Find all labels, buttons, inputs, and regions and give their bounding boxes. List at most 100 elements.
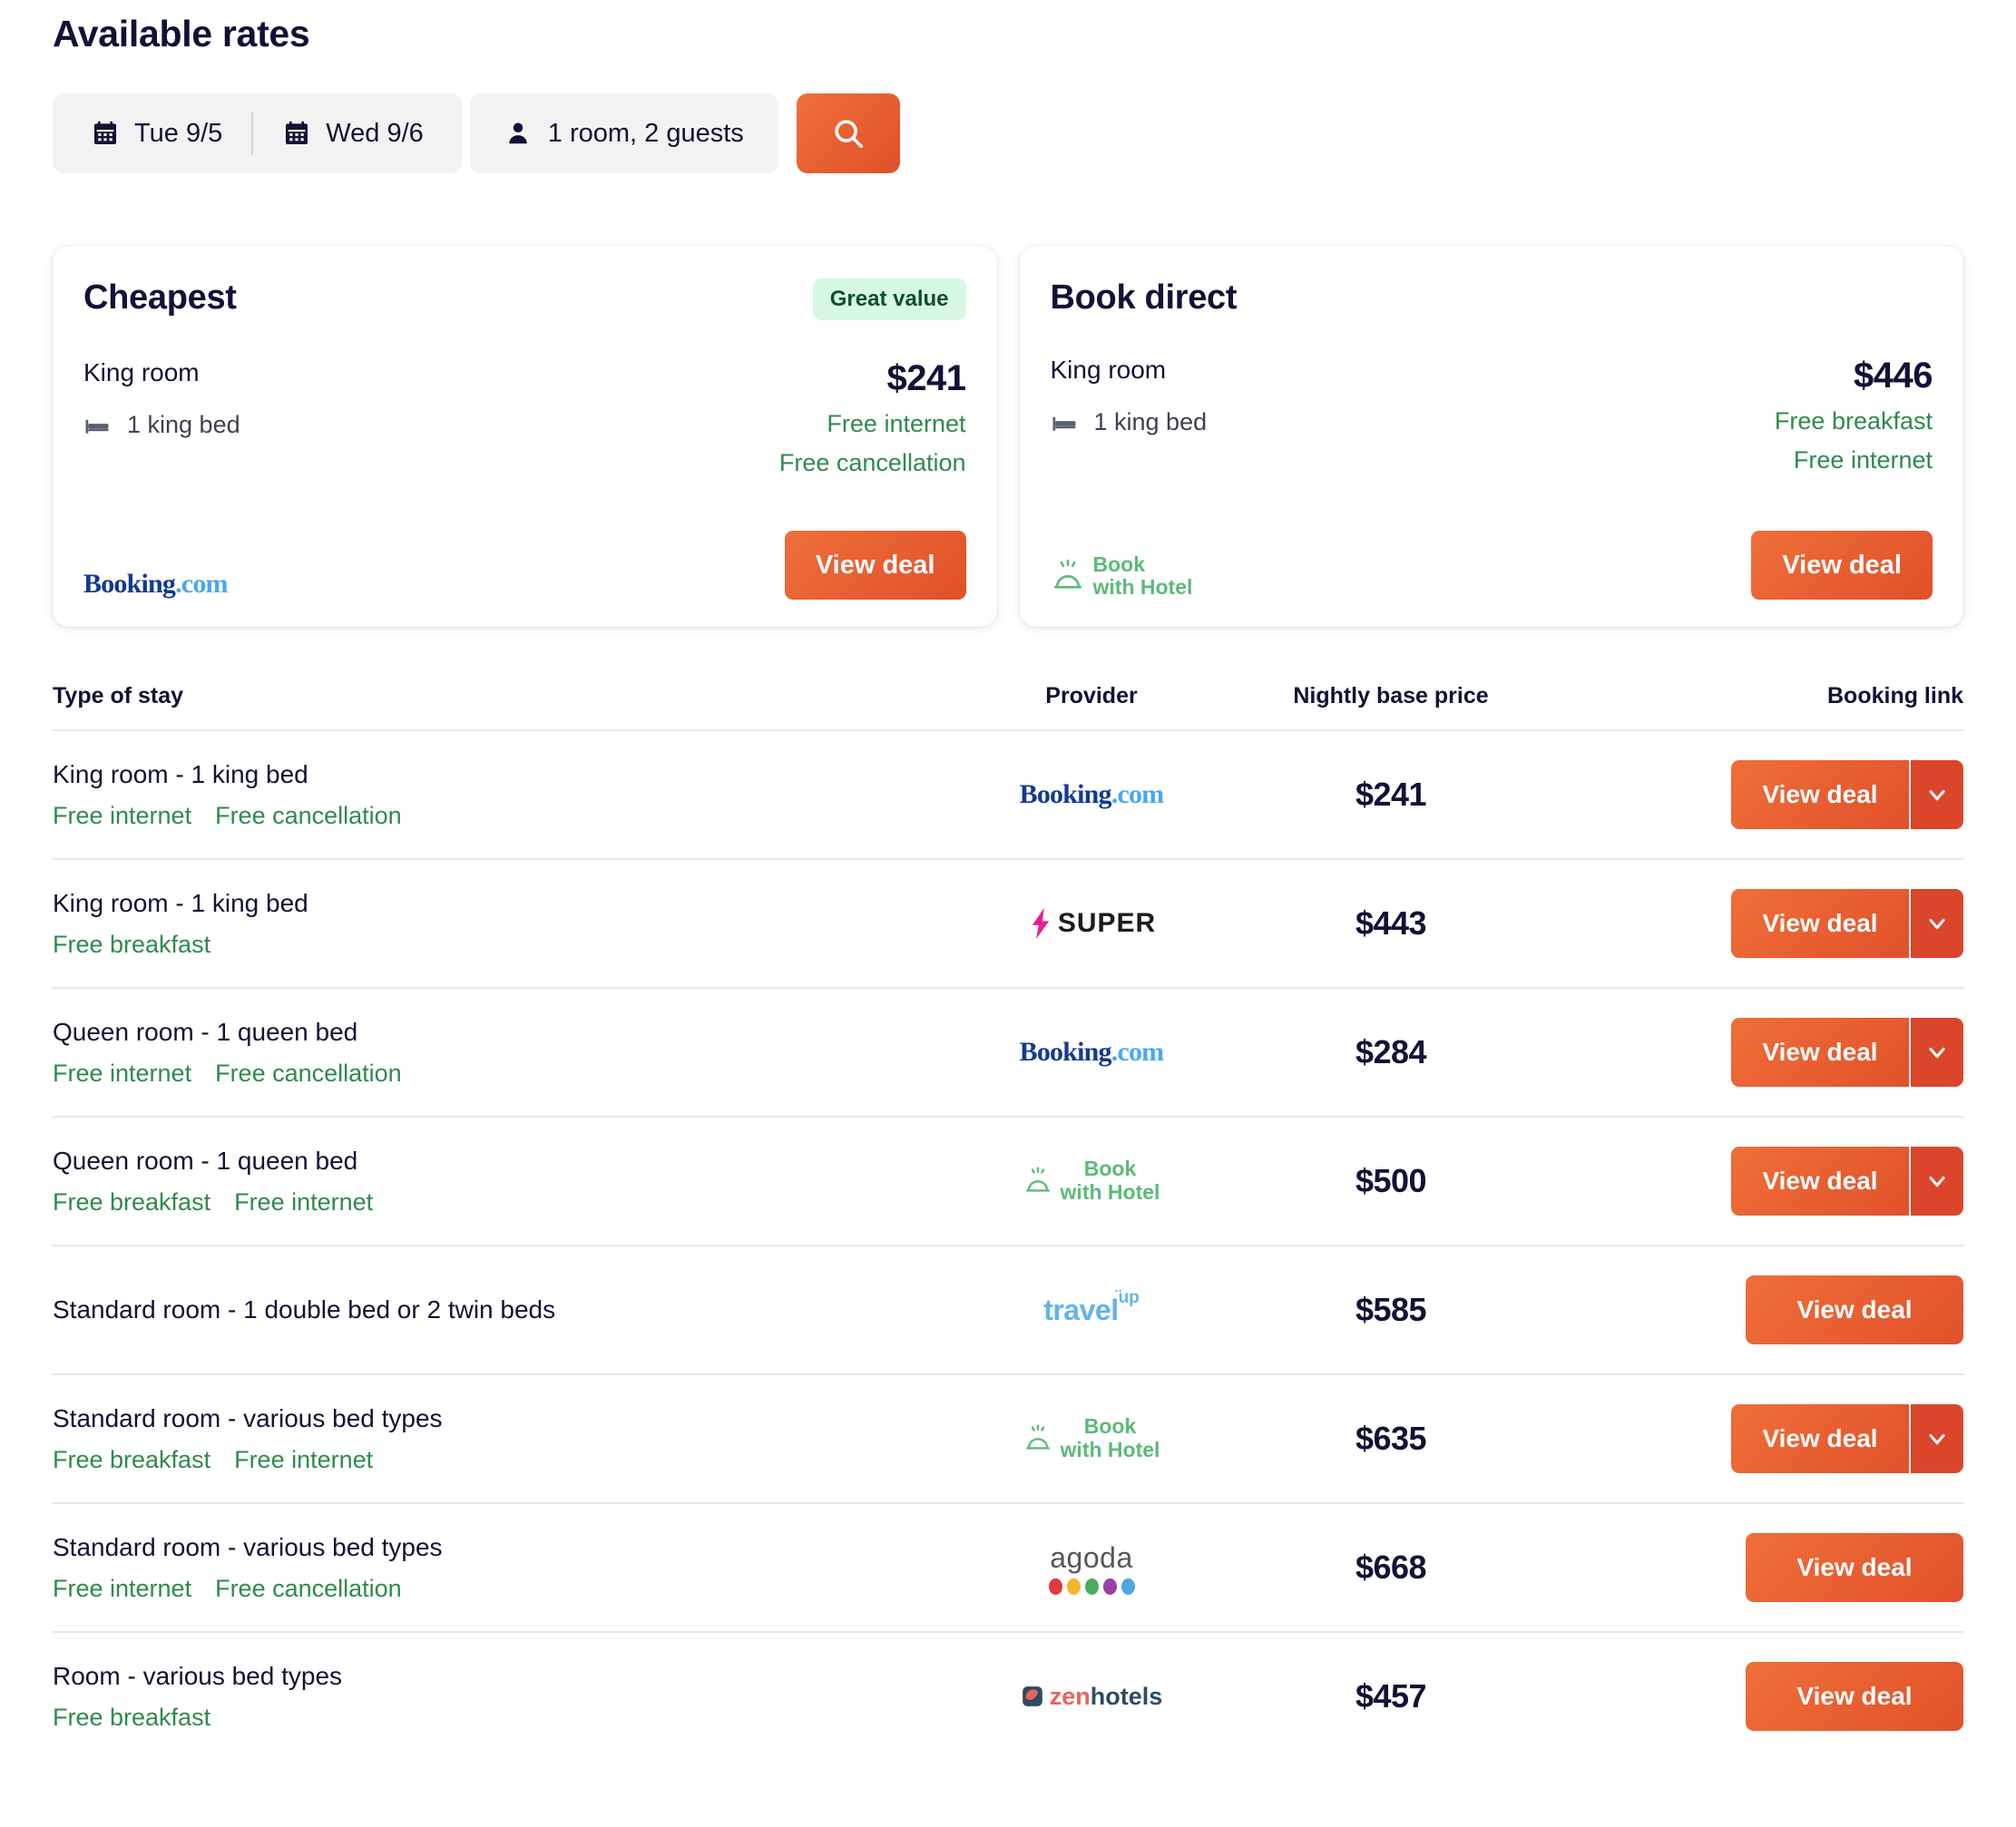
book-direct-card: Book direct King room 1 king bed $446 Fr… [1019, 246, 1963, 627]
room-type-label: King room - 1 king bed [53, 759, 308, 788]
bell-service-icon [1023, 1423, 1052, 1454]
card-price-block: $446 Free breakfast Free internet [1775, 356, 1933, 474]
table-row: Queen room - 1 queen bed Free breakfast F… [53, 1116, 1963, 1245]
occupancy-selector[interactable]: 1 room, 2 guests [469, 93, 778, 173]
logo-text-secondary: .com [175, 569, 228, 599]
bed-icon [83, 412, 111, 439]
view-deal-button[interactable]: View deal [1731, 1404, 1909, 1473]
row-price-cell: $500 [1241, 1162, 1541, 1200]
view-deal-button[interactable]: View deal [784, 531, 966, 600]
nightly-price-label: $457 [1355, 1677, 1427, 1715]
perk-label: Free internet [234, 1187, 374, 1216]
room-type-label: Queen room - 1 queen bed [53, 1017, 358, 1046]
calendar-icon [91, 119, 120, 148]
booking-link-button-group: View deal [1746, 1662, 1963, 1731]
search-bar: Tue 9/5 Wed 9/6 1 room, 2 guests [53, 93, 1963, 173]
card-title: Cheapest [83, 278, 237, 317]
chevron-down-icon[interactable] [1909, 889, 1963, 958]
check-out-label: Wed 9/6 [326, 118, 424, 148]
view-deal-button[interactable]: View deal [1746, 1275, 1963, 1344]
row-provider-cell: agoda [942, 1541, 1241, 1595]
logo-text: Book with Hotel [1092, 552, 1193, 601]
row-provider-cell: SUPER [942, 908, 1241, 939]
highlight-cards: Cheapest Great value King room 1 king be… [53, 246, 1963, 627]
view-deal-button[interactable]: View deal [1731, 1147, 1909, 1216]
logo-text: SUPER [1057, 908, 1157, 938]
card-header: Book direct [1051, 278, 1933, 318]
row-type-of-stay-cell: Queen room - 1 queen bed Free breakfast F… [53, 1125, 942, 1238]
booking-link-button-group: View deal [1731, 1147, 1963, 1216]
row-perks: Free internet Free cancellation [53, 1060, 942, 1088]
nightly-price-label: $284 [1355, 1033, 1427, 1070]
card-perk: Free breakfast [1774, 407, 1933, 435]
logo-dot [1084, 1578, 1099, 1595]
perk-label: Free breakfast [53, 1187, 211, 1216]
logo-line-1: Book [1083, 1414, 1137, 1439]
room-name: King room [1050, 356, 1167, 384]
view-deal-button[interactable]: View deal [1746, 1662, 1963, 1731]
provider-logo-agoda: agoda [1048, 1541, 1135, 1595]
row-perks: Free breakfast Free internet [53, 1446, 942, 1474]
row-perks: Free breakfast Free internet [53, 1188, 942, 1216]
provider-logo-super: SUPER [1027, 908, 1156, 939]
logo-text: Book with Hotel [1061, 1414, 1160, 1462]
cheapest-rate-card: Cheapest Great value King room 1 king be… [53, 246, 997, 627]
card-perk: Free cancellation [778, 449, 966, 476]
chevron-down-icon[interactable] [1909, 1404, 1963, 1473]
row-booking-link-cell: View deal [1541, 1404, 1963, 1473]
row-provider-cell: Book with Hotel [942, 1414, 1241, 1462]
chevron-down-icon[interactable] [1909, 1018, 1963, 1087]
provider-logo-zenhotels: zenhotels [1021, 1683, 1162, 1711]
row-price-cell: $668 [1241, 1549, 1541, 1587]
row-provider-cell: zenhotels [942, 1683, 1241, 1711]
card-title: Book direct [1050, 278, 1238, 317]
logo-text-secondary: ̈up [1118, 1287, 1140, 1307]
perk-label: Free cancellation [215, 1574, 402, 1602]
card-body: King room 1 king bed $241 Free internet … [83, 358, 966, 477]
row-provider-cell: Booking .com [942, 779, 1241, 810]
row-type-of-stay-cell: Queen room - 1 queen bed Free internet Fr… [53, 996, 942, 1109]
row-booking-link-cell: View deal [1541, 1275, 1963, 1344]
nightly-price-label: $241 [1355, 776, 1427, 813]
booking-link-button-group: View deal [1746, 1533, 1963, 1602]
perk-label: Free internet [53, 1574, 192, 1602]
page-title: Available rates [53, 13, 310, 54]
check-in-date[interactable]: Tue 9/5 [62, 110, 251, 157]
table-header-row: Type of stay Provider Nightly base price… [53, 683, 1963, 729]
provider-logo-travelup: travel̈up [1043, 1288, 1140, 1327]
bell-service-icon [1023, 1166, 1052, 1197]
check-out-date[interactable]: Wed 9/6 [253, 110, 452, 157]
row-perks: Free breakfast [53, 1704, 942, 1732]
table-row: King room - 1 king bed Free breakfast SU… [53, 858, 1963, 987]
logo-dot [1048, 1578, 1062, 1595]
view-deal-button[interactable]: View deal [1746, 1533, 1963, 1602]
room-type-label: Queen room - 1 queen bed [53, 1146, 358, 1175]
chevron-down-icon[interactable] [1909, 760, 1963, 829]
perk-label: Free breakfast [53, 1703, 211, 1731]
logo-line-1: Book [1092, 552, 1146, 576]
view-deal-button[interactable]: View deal [1751, 531, 1933, 600]
column-header-nightly-base-price: Nightly base price [1293, 683, 1489, 708]
logo-text: Book with Hotel [1061, 1157, 1160, 1205]
search-button[interactable] [796, 93, 900, 173]
logo-dot [1121, 1578, 1135, 1595]
room-type-label: Standard room - various bed types [53, 1403, 443, 1432]
bed-icon [1051, 409, 1078, 436]
perk-label: Free breakfast [53, 930, 211, 958]
table-body: King room - 1 king bed Free internet Free… [53, 729, 1963, 1760]
view-deal-button[interactable]: View deal [1731, 760, 1909, 829]
perk-label: Free internet [234, 1445, 374, 1473]
row-provider-cell: Book with Hotel [942, 1157, 1241, 1205]
card-footer: Booking .com View deal [83, 491, 966, 600]
date-range-picker[interactable]: Tue 9/5 Wed 9/6 [53, 93, 462, 173]
view-deal-button[interactable]: View deal [1731, 1018, 1909, 1087]
rates-table: Type of stay Provider Nightly base price… [53, 683, 1963, 1760]
chevron-down-icon[interactable] [1909, 1147, 1963, 1216]
perk-label: Free cancellation [215, 801, 402, 829]
row-type-of-stay-cell: King room - 1 king bed Free breakfast [53, 867, 942, 981]
row-booking-link-cell: View deal [1541, 1662, 1963, 1731]
card-price: $446 [1854, 356, 1933, 396]
view-deal-button[interactable]: View deal [1731, 889, 1909, 958]
card-perk: Free internet [827, 410, 966, 437]
row-provider-cell: travel̈up [942, 1288, 1241, 1327]
